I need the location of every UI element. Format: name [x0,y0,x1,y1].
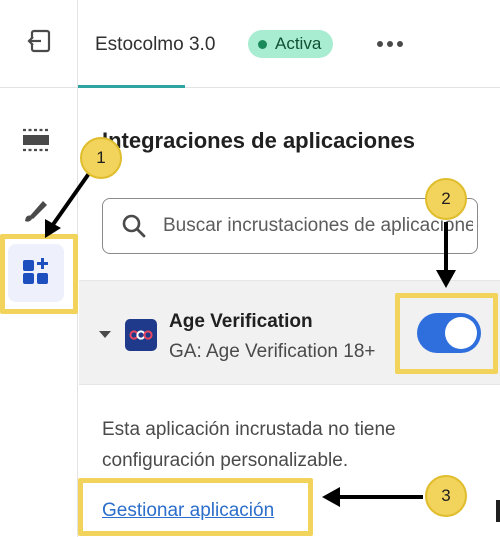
callout-marker-1: 1 [80,137,122,179]
app-subtitle: GA: Age Verification 18+ [169,341,376,362]
status-badge-label: Activa [275,34,322,53]
callout-marker-3: 3 [425,475,467,517]
status-badge: Activa [248,30,334,58]
sections-icon [21,127,51,158]
app-name: Age Verification [169,311,313,332]
app-embed-note: Esta aplicación incrustada no tiene conf… [102,419,396,471]
highlight-box-toggle [395,293,498,374]
search-box [102,198,478,254]
age-verification-app-logo [125,319,157,351]
sections-button[interactable] [12,118,60,166]
search-icon [121,213,147,244]
active-tab-indicator [78,85,185,88]
callout-marker-2: 2 [425,178,467,220]
page-title: Integraciones de aplicaciones [102,128,416,153]
highlight-box-app-embeds [0,234,78,314]
ellipsis-icon [377,41,383,47]
more-actions-button[interactable] [372,30,408,58]
highlight-box-manage-link [78,478,313,536]
exit-editor-button[interactable] [0,0,78,88]
chevron-down-icon[interactable] [99,331,111,338]
theme-name: Estocolmo 3.0 [95,34,216,55]
status-dot-icon [258,39,267,49]
top-bar: Estocolmo 3.0 Activa [78,0,500,88]
edge-cursor-mark [496,500,500,522]
paintbrush-icon [21,195,51,230]
exit-icon [26,28,52,59]
theme-settings-button[interactable] [12,188,60,236]
